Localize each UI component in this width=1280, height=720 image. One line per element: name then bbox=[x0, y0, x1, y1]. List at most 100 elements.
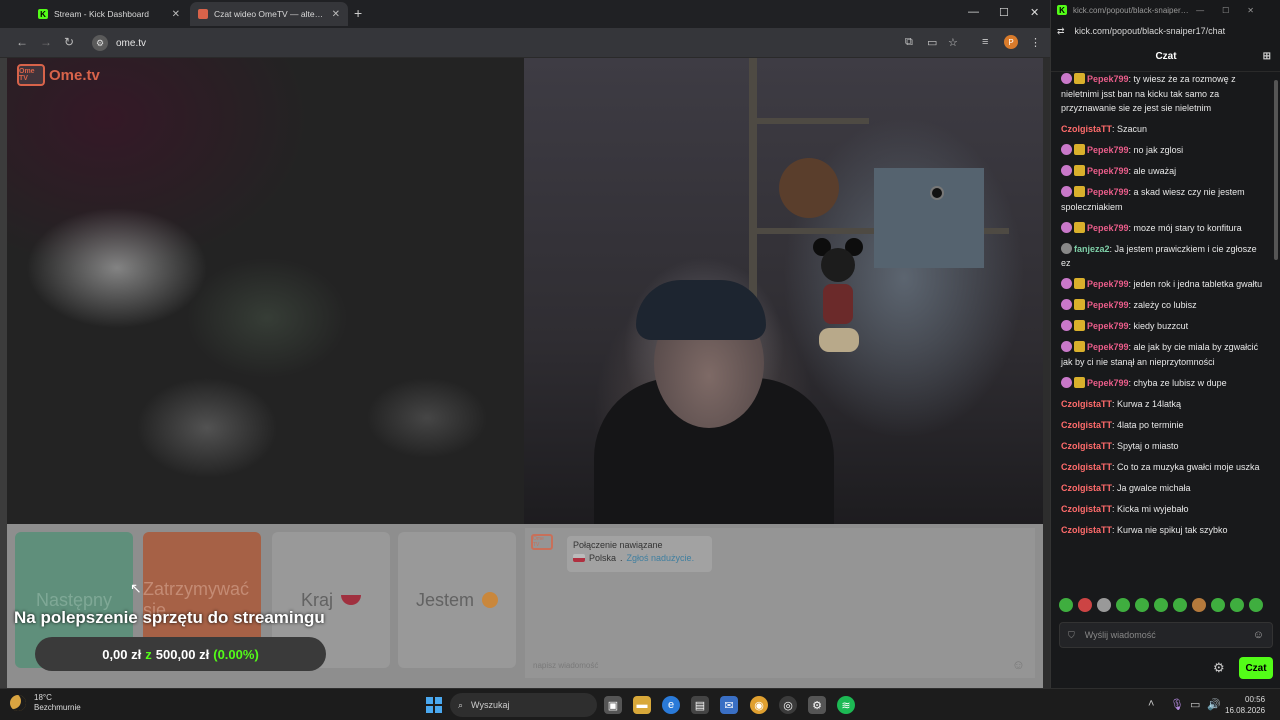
emote-icon[interactable] bbox=[1116, 598, 1130, 612]
spotify-icon[interactable]: ≋ bbox=[837, 696, 855, 714]
chat-message: CzolgistaTT: 4lata po terminie bbox=[1061, 418, 1267, 433]
mail-icon[interactable]: ✉ bbox=[720, 696, 738, 714]
microphone-icon[interactable]: 🎙 bbox=[1170, 698, 1184, 711]
new-tab-button[interactable]: + bbox=[354, 5, 362, 21]
shield-icon: ⛉ bbox=[1068, 629, 1075, 640]
emote-icon[interactable] bbox=[1059, 598, 1073, 612]
reload-icon[interactable]: ↻ bbox=[64, 35, 74, 49]
ometv-message-input[interactable]: napisz wiadomość bbox=[533, 661, 598, 670]
chat-settings-gear-icon[interactable]: ⚙ bbox=[1213, 660, 1225, 676]
chat-username[interactable]: Pepek799 bbox=[1087, 321, 1129, 331]
popup-url-bar: ⇄ kick.com/popout/black-snaiper17/chat bbox=[1051, 20, 1280, 42]
taskbar-search[interactable]: ⌕ Wyszukaj bbox=[450, 693, 597, 717]
chat-username[interactable]: CzolgistaTT bbox=[1061, 525, 1112, 535]
chat-text: : Co to za muzyka gwałci moje uszka bbox=[1112, 461, 1260, 472]
chat-username[interactable]: Pepek799 bbox=[1087, 279, 1129, 289]
emoji-picker-icon[interactable]: ☺ bbox=[1253, 629, 1264, 641]
report-abuse-link[interactable]: Zgłoś nadużycie. bbox=[627, 553, 695, 563]
gifter-badge-icon bbox=[1074, 165, 1085, 176]
ometv-icon bbox=[198, 9, 208, 19]
chat-username[interactable]: CzolgistaTT bbox=[1061, 483, 1112, 493]
address-toolbar: ← → ↻ ⚙ ome.tv ⧉ ▭ ☆ ≡ ⋮ bbox=[0, 28, 1050, 58]
network-icon[interactable]: ▭ bbox=[1190, 698, 1200, 711]
chat-text: : kiedy buzzcut bbox=[1128, 321, 1189, 331]
gender-button[interactable]: Jestem bbox=[398, 532, 516, 668]
chat-scrollbar[interactable] bbox=[1274, 80, 1278, 260]
taskbar-search-placeholder: Wyszukaj bbox=[471, 700, 510, 710]
settings-icon[interactable]: ⚙ bbox=[808, 696, 826, 714]
back-icon[interactable]: ← bbox=[16, 35, 28, 49]
reading-list-icon[interactable]: ≡ bbox=[982, 36, 988, 48]
kick-chat-popup: K kick.com/popout/black-snaiper… —☐✕ ⇄ k… bbox=[1050, 0, 1280, 688]
chat-username[interactable]: CzolgistaTT bbox=[1061, 399, 1112, 409]
emote-icon[interactable] bbox=[1173, 598, 1187, 612]
chat-text: : Szacun bbox=[1112, 124, 1148, 134]
chat-username[interactable]: CzolgistaTT bbox=[1061, 420, 1112, 430]
popup-window-controls[interactable]: —☐✕ bbox=[1196, 6, 1272, 15]
chat-message: fanjeza2: Ja jestem prawiczkiem i cie zg… bbox=[1061, 242, 1267, 271]
chat-username[interactable]: CzolgistaTT bbox=[1061, 504, 1112, 514]
profile-avatar[interactable]: P bbox=[1004, 35, 1018, 49]
minimize-button[interactable]: — bbox=[968, 6, 979, 18]
chrome-icon[interactable]: ◉ bbox=[750, 696, 768, 714]
volume-icon[interactable]: 🔊 bbox=[1207, 698, 1221, 711]
cast-icon[interactable]: ▭ bbox=[927, 36, 937, 49]
chat-username[interactable]: Pepek799 bbox=[1087, 300, 1129, 310]
address-bar[interactable]: ⚙ ome.tv bbox=[88, 33, 968, 53]
emote-icon[interactable] bbox=[1249, 598, 1263, 612]
maximize-button[interactable]: ☐ bbox=[999, 6, 1009, 19]
weather-widget[interactable]: 18°C Bezchmurnie bbox=[10, 693, 81, 713]
file-explorer-icon[interactable]: ▬ bbox=[633, 696, 651, 714]
chat-message: CzolgistaTT: Co to za muzyka gwałci moje… bbox=[1061, 460, 1267, 475]
popup-url: kick.com/popout/black-snaiper17/chat bbox=[1074, 26, 1226, 36]
chat-username[interactable]: Pepek799 bbox=[1087, 187, 1129, 197]
edge-icon[interactable]: e bbox=[662, 696, 680, 714]
menu-kebab-icon[interactable]: ⋮ bbox=[1030, 36, 1041, 49]
chat-username[interactable]: CzolgistaTT bbox=[1061, 462, 1112, 472]
chat-input[interactable]: ⛉ Wyślij wiadomość ☺ bbox=[1059, 622, 1273, 648]
taskbar-clock[interactable]: 00:56 16.08.2026 bbox=[1225, 694, 1265, 716]
forward-icon[interactable]: → bbox=[40, 35, 52, 49]
chat-username[interactable]: Pepek799 bbox=[1087, 223, 1129, 233]
chat-username[interactable]: Pepek799 bbox=[1087, 145, 1129, 155]
chat-username[interactable]: CzolgistaTT bbox=[1061, 441, 1112, 451]
page-scrollbar[interactable] bbox=[1043, 58, 1050, 688]
translate-icon[interactable]: ⧉ bbox=[905, 36, 913, 49]
chat-text: : Spytaj o miasto bbox=[1112, 440, 1179, 451]
emote-icon[interactable] bbox=[1135, 598, 1149, 612]
site-settings-icon[interactable]: ⇄ bbox=[1057, 26, 1065, 37]
close-window-button[interactable]: ✕ bbox=[1030, 6, 1039, 19]
emote-icon[interactable] bbox=[1211, 598, 1225, 612]
tab-ometv[interactable]: Czat wideo OmeTV — alte… ✕ bbox=[190, 2, 348, 26]
start-button[interactable] bbox=[426, 697, 442, 713]
emoji-icon[interactable]: ☺ bbox=[1012, 657, 1025, 672]
chat-mode-icon[interactable]: ⊞ bbox=[1263, 51, 1271, 62]
chat-username[interactable]: Pepek799 bbox=[1087, 342, 1129, 352]
emote-icon[interactable] bbox=[1230, 598, 1244, 612]
tab-kick-dashboard[interactable]: K Stream - Kick Dashboard ✕ bbox=[30, 2, 188, 26]
emote-icon[interactable] bbox=[1192, 598, 1206, 612]
close-icon[interactable]: ✕ bbox=[172, 9, 180, 20]
tray-expand-icon[interactable]: ˄ bbox=[1148, 698, 1154, 710]
emote-icon[interactable] bbox=[1078, 598, 1092, 612]
chat-username[interactable]: Pepek799 bbox=[1087, 378, 1129, 388]
emote-icon[interactable] bbox=[1097, 598, 1111, 612]
emote-icon[interactable] bbox=[1154, 598, 1168, 612]
chat-username[interactable]: Pepek799 bbox=[1087, 74, 1129, 84]
obs-icon[interactable]: ◎ bbox=[779, 696, 797, 714]
chat-username[interactable]: CzolgistaTT bbox=[1061, 124, 1112, 134]
store-icon[interactable]: ▤ bbox=[691, 696, 709, 714]
close-icon[interactable]: ✕ bbox=[332, 9, 340, 20]
poland-flag-icon bbox=[573, 554, 585, 562]
chat-username[interactable]: fanjeza2 bbox=[1074, 244, 1110, 254]
loading-dot bbox=[930, 186, 944, 200]
chat-username[interactable]: Pepek799 bbox=[1087, 166, 1129, 176]
chat-text: : zależy co lubisz bbox=[1128, 300, 1197, 310]
send-chat-button[interactable]: Czat bbox=[1239, 657, 1273, 679]
site-info-icon[interactable]: ⚙ bbox=[92, 35, 108, 51]
ometv-logo[interactable]: Ome TV Ome.tv bbox=[17, 64, 100, 86]
tab-strip: K Stream - Kick Dashboard ✕ Czat wideo O… bbox=[0, 0, 1050, 28]
task-view-icon[interactable]: ▣ bbox=[604, 696, 622, 714]
chat-message: Pepek799: ale jak by cie miala by zgwałc… bbox=[1061, 340, 1267, 369]
bookmark-star-icon[interactable]: ☆ bbox=[948, 36, 958, 49]
